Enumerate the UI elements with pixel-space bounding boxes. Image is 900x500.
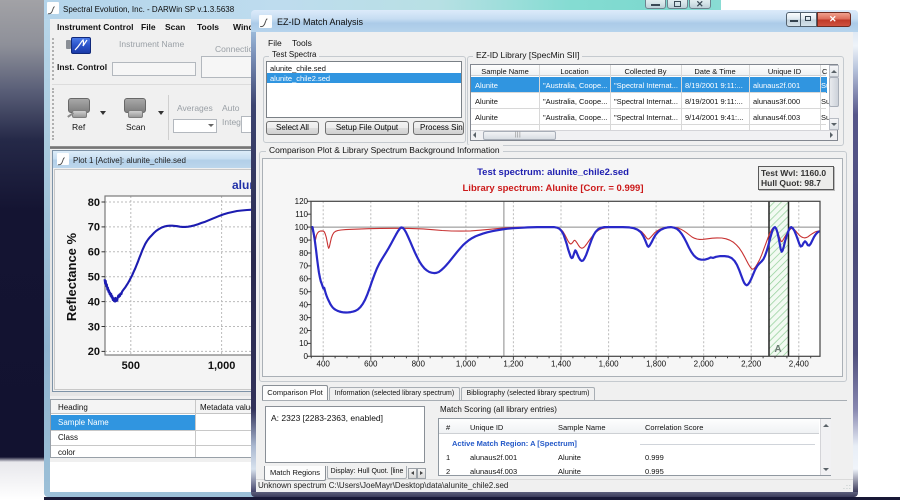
svg-text:30: 30 [88, 321, 100, 333]
svg-text:50: 50 [299, 288, 308, 297]
svg-text:A: A [774, 344, 781, 355]
svg-text:400: 400 [317, 360, 331, 369]
svg-text:120: 120 [295, 197, 309, 206]
svg-text:1,000: 1,000 [456, 360, 477, 369]
svg-text:10: 10 [299, 339, 308, 348]
svg-text:1,800: 1,800 [646, 360, 667, 369]
svg-text:80: 80 [299, 249, 308, 258]
svg-text:40: 40 [299, 300, 308, 309]
svg-text:1,000: 1,000 [208, 360, 236, 372]
svg-text:60: 60 [88, 247, 100, 259]
svg-text:30: 30 [299, 313, 308, 322]
svg-text:50: 50 [88, 272, 100, 284]
svg-text:2,200: 2,200 [741, 360, 762, 369]
svg-text:500: 500 [122, 360, 140, 372]
svg-text:2,000: 2,000 [694, 360, 715, 369]
svg-text:20: 20 [88, 346, 100, 358]
svg-text:40: 40 [88, 296, 100, 308]
svg-text:800: 800 [412, 360, 426, 369]
svg-text:60: 60 [299, 275, 308, 284]
svg-text:0: 0 [304, 352, 309, 361]
svg-text:1,200: 1,200 [503, 360, 524, 369]
svg-text:110: 110 [295, 210, 308, 219]
svg-text:100: 100 [295, 223, 309, 232]
svg-text:600: 600 [364, 360, 378, 369]
svg-text:Library spectrum: Alunite [Cor: Library spectrum: Alunite [Corr. = 0.999… [463, 183, 644, 194]
svg-text:70: 70 [88, 222, 100, 234]
svg-text:Reflectance %: Reflectance % [64, 232, 79, 321]
svg-text:70: 70 [299, 262, 308, 271]
svg-text:2,400: 2,400 [789, 360, 810, 369]
svg-text:20: 20 [299, 326, 308, 335]
svg-text:1,400: 1,400 [551, 360, 572, 369]
svg-text:1,600: 1,600 [599, 360, 620, 369]
svg-text:80: 80 [88, 197, 100, 209]
svg-text:Test spectrum: alunite_chile2.: Test spectrum: alunite_chile2.sed [477, 167, 629, 178]
svg-text:90: 90 [299, 236, 308, 245]
